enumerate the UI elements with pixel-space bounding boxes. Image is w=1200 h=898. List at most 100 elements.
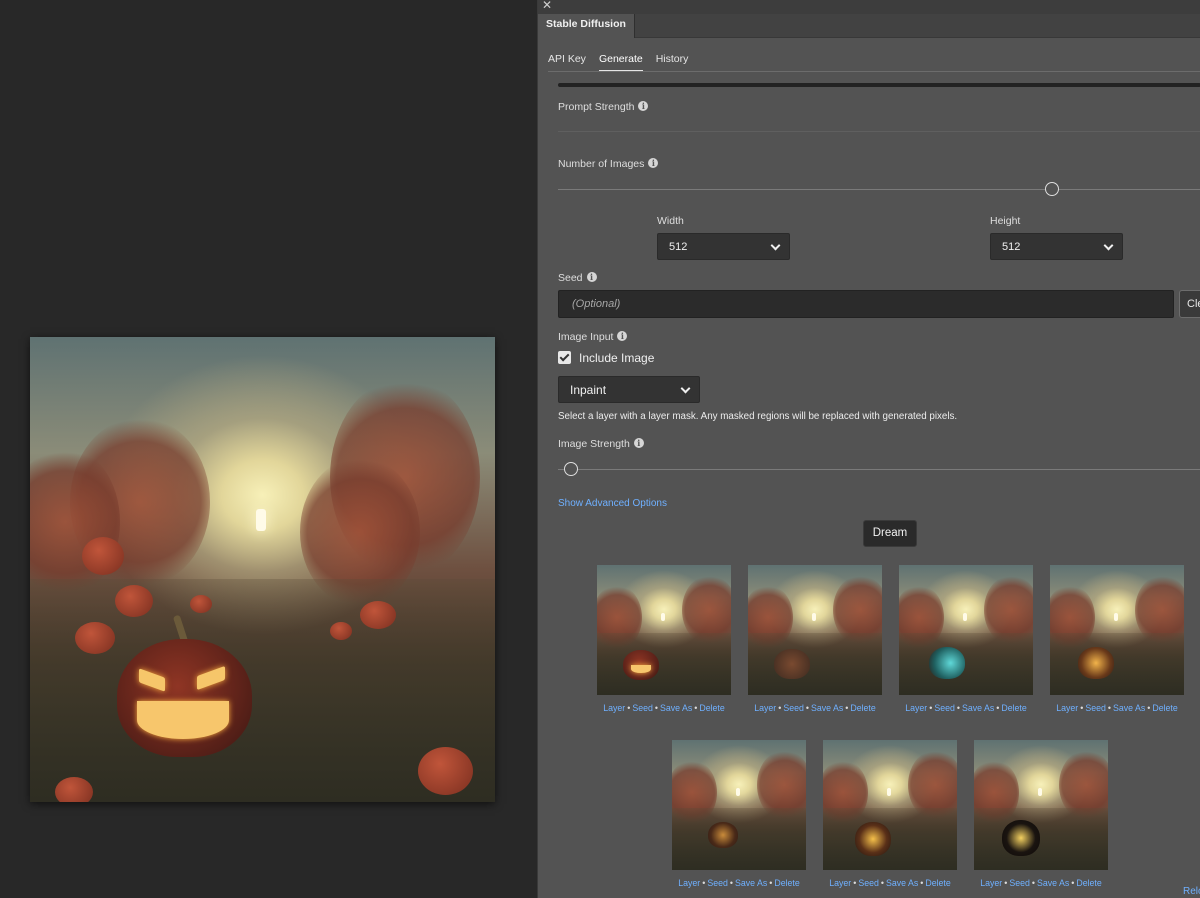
image-input-label: Image Input i: [558, 331, 628, 343]
info-icon[interactable]: i: [617, 331, 628, 341]
thumbnail-actions: Layer • Seed • Save As • Delete: [597, 703, 731, 713]
clear-seed-button[interactable]: Cle: [1179, 290, 1200, 318]
result-thumbnail: Layer • Seed • Save As • Delete: [1050, 565, 1184, 713]
seed-link[interactable]: Seed: [1009, 878, 1030, 888]
info-icon[interactable]: i: [633, 438, 644, 448]
prompt-strength-text: Prompt Strength: [558, 101, 635, 113]
delete-link[interactable]: Delete: [774, 878, 799, 888]
layer-link[interactable]: Layer: [1056, 703, 1078, 713]
thumbnail-actions: Layer • Seed • Save As • Delete: [899, 703, 1033, 713]
separator: •: [1147, 703, 1151, 713]
chevron-down-icon: [1103, 240, 1114, 251]
save-as-link[interactable]: Save As: [735, 878, 767, 888]
image-strength-slider-track[interactable]: [558, 469, 1200, 470]
seed-link[interactable]: Seed: [783, 703, 804, 713]
layer-link[interactable]: Layer: [905, 703, 927, 713]
delete-link[interactable]: Delete: [925, 878, 950, 888]
result-image[interactable]: [748, 565, 882, 695]
inpaint-mode-select[interactable]: Inpaint: [558, 376, 700, 403]
result-image[interactable]: [823, 740, 957, 870]
separator: •: [1031, 878, 1035, 888]
show-advanced-options-link[interactable]: Show Advanced Options: [558, 498, 667, 509]
info-icon[interactable]: i: [638, 101, 649, 111]
panel-tab-strip: Stable Diffusion: [538, 14, 1200, 38]
separator: •: [1107, 703, 1111, 713]
tab-api-key[interactable]: API Key: [548, 53, 586, 71]
separator: •: [805, 703, 809, 713]
separator: •: [1004, 878, 1008, 888]
seed-link[interactable]: Seed: [1085, 703, 1106, 713]
inpaint-mode-value: Inpaint: [570, 383, 607, 397]
prompt-strength-slider-track[interactable]: [558, 131, 1200, 132]
height-select[interactable]: 512: [990, 233, 1123, 260]
tab-divider: [548, 71, 1200, 72]
delete-link[interactable]: Delete: [1001, 703, 1026, 713]
image-strength-slider-handle[interactable]: [564, 462, 578, 476]
save-as-link[interactable]: Save As: [886, 878, 918, 888]
separator: •: [769, 878, 773, 888]
save-as-link[interactable]: Save As: [1037, 878, 1069, 888]
separator: •: [996, 703, 1000, 713]
layer-link[interactable]: Layer: [603, 703, 625, 713]
include-image-label[interactable]: Include Image: [579, 351, 654, 365]
delete-link[interactable]: Delete: [850, 703, 875, 713]
panel-tab-stable-diffusion[interactable]: Stable Diffusion: [538, 14, 635, 38]
delete-link[interactable]: Delete: [699, 703, 724, 713]
seed-link[interactable]: Seed: [632, 703, 653, 713]
result-image[interactable]: [974, 740, 1108, 870]
include-image-checkbox[interactable]: [558, 351, 571, 364]
canvas-image[interactable]: [30, 337, 495, 802]
pumpkin-field-artwork: [30, 337, 495, 802]
separator: •: [853, 878, 857, 888]
layer-link[interactable]: Layer: [980, 878, 1002, 888]
info-icon[interactable]: i: [586, 272, 597, 282]
num-images-slider-handle[interactable]: [1045, 182, 1059, 196]
separator: •: [1071, 878, 1075, 888]
seed-label: Seed i: [558, 272, 597, 284]
result-thumbnail: Layer • Seed • Save As • Delete: [597, 565, 731, 713]
seed-link[interactable]: Seed: [707, 878, 728, 888]
app-root: ✕ Stable Diffusion API Key Generate Hist…: [0, 0, 1200, 898]
tab-history[interactable]: History: [656, 53, 689, 71]
separator: •: [1080, 703, 1084, 713]
seed-link[interactable]: Seed: [934, 703, 955, 713]
width-select[interactable]: 512: [657, 233, 790, 260]
close-icon[interactable]: ✕: [542, 0, 552, 12]
result-image[interactable]: [672, 740, 806, 870]
save-as-link[interactable]: Save As: [811, 703, 843, 713]
result-image[interactable]: [1050, 565, 1184, 695]
thumbnail-actions: Layer • Seed • Save As • Delete: [748, 703, 882, 713]
separator: •: [694, 703, 698, 713]
separator: •: [920, 878, 924, 888]
result-thumbnail: Layer • Seed • Save As • Delete: [823, 740, 957, 888]
seed-text: Seed: [558, 272, 583, 284]
chevron-down-icon: [680, 383, 691, 394]
dream-button[interactable]: Dream: [863, 520, 917, 547]
seed-input[interactable]: [558, 290, 1174, 318]
separator: •: [627, 703, 631, 713]
result-image[interactable]: [597, 565, 731, 695]
layer-link[interactable]: Layer: [678, 878, 700, 888]
result-thumbnail: Layer • Seed • Save As • Delete: [672, 740, 806, 888]
tab-generate[interactable]: Generate: [598, 53, 643, 72]
image-strength-label: Image Strength i: [558, 438, 644, 450]
separator: •: [654, 703, 658, 713]
save-as-link[interactable]: Save As: [660, 703, 692, 713]
layer-link[interactable]: Layer: [754, 703, 776, 713]
seed-link[interactable]: Seed: [858, 878, 879, 888]
separator: •: [702, 878, 706, 888]
separator: •: [880, 878, 884, 888]
layer-link[interactable]: Layer: [829, 878, 851, 888]
nav-tabs: API Key Generate History: [548, 53, 701, 72]
inpaint-help-text: Select a layer with a layer mask. Any ma…: [558, 411, 958, 422]
info-icon[interactable]: i: [648, 158, 659, 168]
delete-link[interactable]: Delete: [1076, 878, 1101, 888]
thumbnail-actions: Layer • Seed • Save As • Delete: [823, 878, 957, 888]
save-as-link[interactable]: Save As: [962, 703, 994, 713]
reload-link[interactable]: Relo: [1183, 886, 1200, 897]
chevron-down-icon: [770, 240, 781, 251]
delete-link[interactable]: Delete: [1152, 703, 1177, 713]
save-as-link[interactable]: Save As: [1113, 703, 1145, 713]
num-images-slider-track[interactable]: [558, 189, 1200, 190]
result-image[interactable]: [899, 565, 1033, 695]
